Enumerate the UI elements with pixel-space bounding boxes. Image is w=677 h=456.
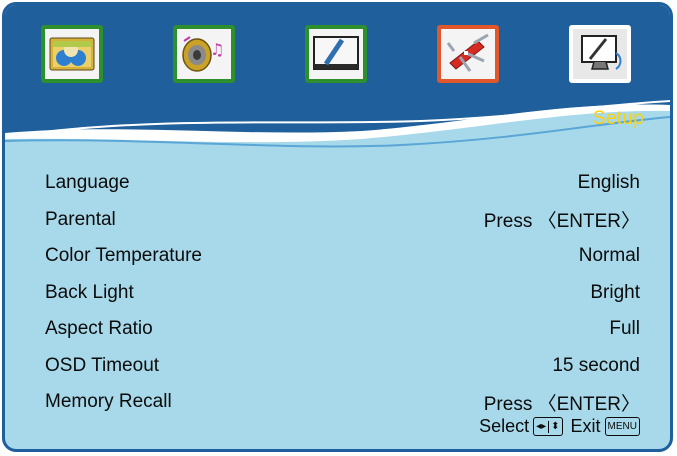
menu-row-back-light[interactable]: Back Light Bright [41, 275, 640, 312]
row-value: Press 〈ENTER〉 [483, 393, 640, 415]
row-label: Language [45, 172, 130, 194]
row-value: 15 second [552, 354, 640, 376]
row-value: Normal [578, 245, 640, 267]
tab-picture[interactable] [41, 25, 103, 83]
row-value: Press 〈ENTER〉 [483, 211, 640, 233]
menu-row-parental[interactable]: Parental Press 〈ENTER〉 [41, 202, 640, 239]
osd-window: ♫ Setup Language English Parental Press … [2, 2, 673, 452]
exit-hint-label: Exit [570, 416, 601, 436]
row-value: English [577, 172, 640, 194]
tools-icon [446, 33, 489, 72]
tab-tools[interactable] [437, 25, 499, 83]
display-icon [313, 36, 359, 70]
picture-icon [49, 37, 95, 71]
row-label: Aspect Ratio [45, 318, 153, 340]
setup-menu: Language English Parental Press 〈ENTER〉 … [41, 165, 640, 421]
section-title: Setup [592, 108, 644, 129]
row-label: Back Light [45, 281, 134, 303]
menu-row-osd-timeout[interactable]: OSD Timeout 15 second [41, 348, 640, 385]
setup-monitor-icon [581, 35, 622, 70]
menu-row-aspect-ratio[interactable]: Aspect Ratio Full [41, 311, 640, 348]
row-label: Memory Recall [45, 391, 172, 413]
row-value: Full [609, 318, 640, 340]
control-hint: Select ◂▸ ⬍ Exit MENU [479, 416, 640, 437]
tab-audio[interactable]: ♫ [173, 25, 235, 83]
select-hint-label: Select [479, 416, 530, 436]
svg-text:♫: ♫ [210, 40, 224, 59]
row-label: OSD Timeout [45, 354, 160, 376]
row-label: Color Temperature [45, 245, 203, 267]
row-label: Parental [45, 208, 116, 230]
row-value: Bright [590, 281, 640, 303]
left-right-up-down-keys-icon: ◂▸ ⬍ [533, 417, 563, 436]
menu-row-language[interactable]: Language English [41, 165, 640, 202]
tab-display[interactable] [305, 25, 367, 83]
menu-row-color-temperature[interactable]: Color Temperature Normal [41, 238, 640, 275]
menu-tabs: ♫ [5, 5, 670, 105]
tab-setup[interactable] [569, 25, 631, 83]
audio-icon: ♫ [182, 36, 224, 72]
menu-key-icon: MENU [604, 417, 640, 436]
